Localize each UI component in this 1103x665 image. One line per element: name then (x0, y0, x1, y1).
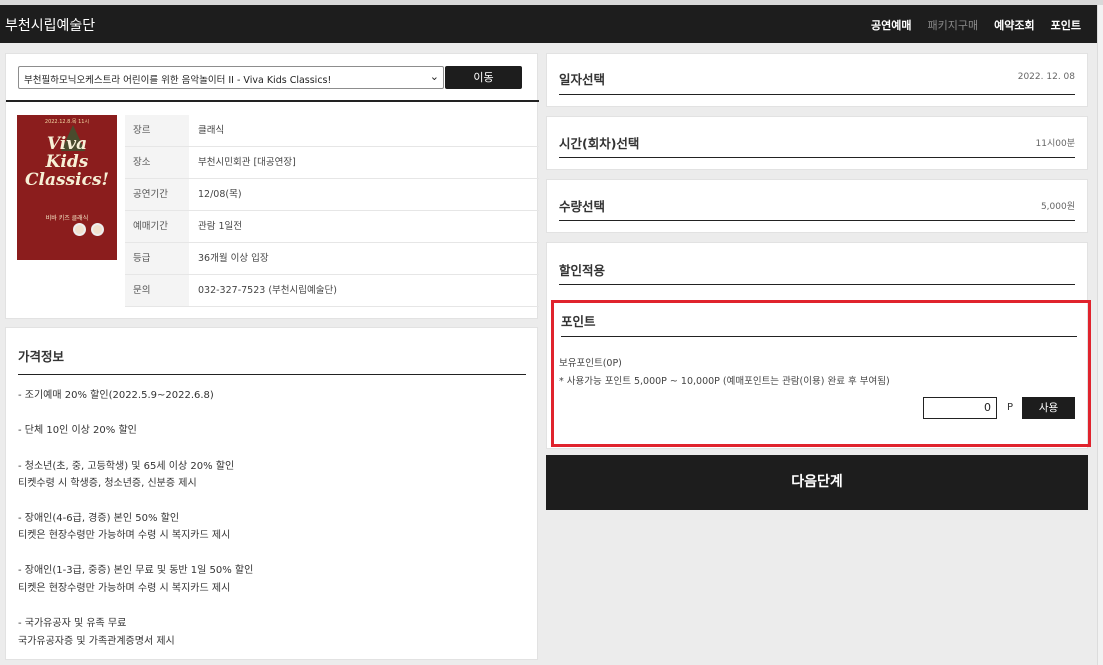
performer-photo (91, 223, 104, 236)
price-line: 티켓은 현장수령만 가능하며 수령 시 복지카드 제시 (18, 583, 231, 594)
price-line: - 조기예매 20% 할인(2022.5.9~2022.6.8) (18, 390, 214, 401)
price-line: - 국가유공자 및 유족 무료 (18, 618, 127, 629)
point-usage-note: * 사용가능 포인트 5,000P ~ 10,000P (예매포인트는 관람(이… (559, 376, 890, 387)
nav-ticketing[interactable]: 공연예매 (871, 17, 911, 33)
divider (18, 374, 526, 375)
quantity-select-panel[interactable]: 수량선택 5,000원 (546, 179, 1088, 233)
show-poster-image: 2022.12.8.목 11시 Viva Kids Classics! 비바 키… (17, 115, 117, 260)
poster-performers (73, 223, 107, 237)
go-button[interactable]: 이동 (445, 66, 522, 89)
info-label: 장소 (125, 147, 189, 178)
info-row-booking-period: 예매기간 관람 1일전 (125, 211, 539, 243)
point-amount-input[interactable]: 0 (923, 397, 997, 419)
poster-title-line: Viva (46, 134, 88, 154)
price-line: - 장애인(1-3급, 중증) 본인 무료 및 동반 1일 50% 할인 (18, 565, 254, 576)
show-select-value: 부천필하모닉오케스트라 어린이를 위한 음악놀이터 II - Viva Kids… (24, 75, 332, 86)
top-nav: 공연예매 패키지구매 예약조회 포인트 (855, 17, 1081, 33)
info-label: 장르 (125, 115, 189, 146)
info-row-contact: 문의 032-327-7523 (부천시립예술단) (125, 275, 539, 307)
info-row-genre: 장르 클래식 (125, 115, 539, 147)
info-value: 12/08(목) (198, 189, 242, 200)
divider (559, 220, 1075, 221)
show-info-panel: 부천필하모닉오케스트라 어린이를 위한 음악놀이터 II - Viva Kids… (5, 53, 539, 319)
selected-date: 2022. 12. 08 (1017, 72, 1075, 82)
performer-photo (73, 223, 86, 236)
info-value: 36개월 이상 입장 (198, 253, 269, 264)
info-value: 관람 1일전 (198, 221, 243, 232)
price-line: - 장애인(4-6급, 경증) 본인 50% 할인 (18, 513, 180, 524)
poster-date-text: 2022.12.8.목 11시 (44, 119, 90, 125)
poster-subtitle: 비바 키즈 클래식 (45, 215, 89, 222)
nav-reservation-lookup[interactable]: 예약조회 (994, 17, 1034, 33)
info-value: 클래식 (198, 125, 225, 136)
page-scrollbar[interactable] (1097, 5, 1103, 665)
info-label: 문의 (125, 275, 189, 306)
show-select-dropdown[interactable]: 부천필하모닉오케스트라 어린이를 위한 음악놀이터 II - Viva Kids… (18, 66, 444, 89)
use-point-button[interactable]: 사용 (1022, 397, 1075, 419)
date-select-panel[interactable]: 일자선택 2022. 12. 08 (546, 53, 1088, 107)
price-info-title: 가격정보 (18, 349, 65, 364)
poster-title-line: Kids (45, 152, 89, 172)
quantity-select-title: 수량선택 (559, 199, 606, 214)
owned-points: 보유포인트(0P) (559, 358, 622, 369)
quantity-price: 5,000원 (1040, 202, 1075, 212)
show-info-table: 장르 클래식 장소 부천시민회관 [대공연장] 공연기간 12/08(목) 예매… (125, 115, 539, 307)
price-line: 국가유공자증 및 가족관계증명서 제시 (18, 636, 175, 647)
price-info-panel: 가격정보 - 조기예매 20% 할인(2022.5.9~2022.6.8) - … (5, 327, 538, 660)
price-line: - 청소년(초, 중, 고등학생) 및 65세 이상 20% 할인 (18, 461, 235, 472)
time-select-title: 시간(회차)선택 (559, 136, 640, 151)
point-title: 포인트 (561, 314, 596, 329)
divider (561, 336, 1077, 337)
top-navbar: 부천시립예술단 공연예매 패키지구매 예약조회 포인트 (0, 5, 1097, 43)
divider (6, 100, 539, 102)
date-select-title: 일자선택 (559, 72, 606, 87)
price-line: - 단체 10인 이상 20% 할인 (18, 425, 137, 436)
point-unit-label: P (1007, 402, 1014, 413)
discount-title: 할인적용 (559, 263, 606, 278)
nav-points[interactable]: 포인트 (1051, 17, 1081, 33)
info-label: 예매기간 (125, 211, 189, 242)
price-line: 티켓은 현장수령만 가능하며 수령 시 복지카드 제시 (18, 530, 231, 541)
divider (559, 94, 1075, 95)
info-label: 등급 (125, 243, 189, 274)
divider (559, 284, 1075, 285)
info-row-rating: 등급 36개월 이상 입장 (125, 243, 539, 275)
info-value: 032-327-7523 (부천시립예술단) (198, 285, 337, 296)
poster-title-line: Classics! (25, 170, 109, 190)
info-label: 공연기간 (125, 179, 189, 210)
poster-title: Viva Kids Classics! (17, 135, 117, 189)
brand-logo-text[interactable]: 부천시립예술단 (5, 15, 95, 35)
info-row-period: 공연기간 12/08(목) (125, 179, 539, 211)
price-line: 티켓수령 시 학생증, 청소년증, 신분증 제시 (18, 478, 197, 489)
info-value: 부천시민회관 [대공연장] (198, 157, 296, 168)
point-section: 포인트 보유포인트(0P) * 사용가능 포인트 5,000P ~ 10,000… (551, 300, 1091, 447)
nav-package[interactable]: 패키지구매 (928, 17, 979, 33)
selected-time: 11시00분 (1035, 139, 1075, 149)
next-step-button[interactable]: 다음단계 (546, 455, 1088, 510)
time-select-panel[interactable]: 시간(회차)선택 11시00분 (546, 116, 1088, 170)
chevron-down-icon: ⌄ (429, 70, 439, 83)
info-row-venue: 장소 부천시민회관 [대공연장] (125, 147, 539, 179)
divider (559, 157, 1075, 158)
